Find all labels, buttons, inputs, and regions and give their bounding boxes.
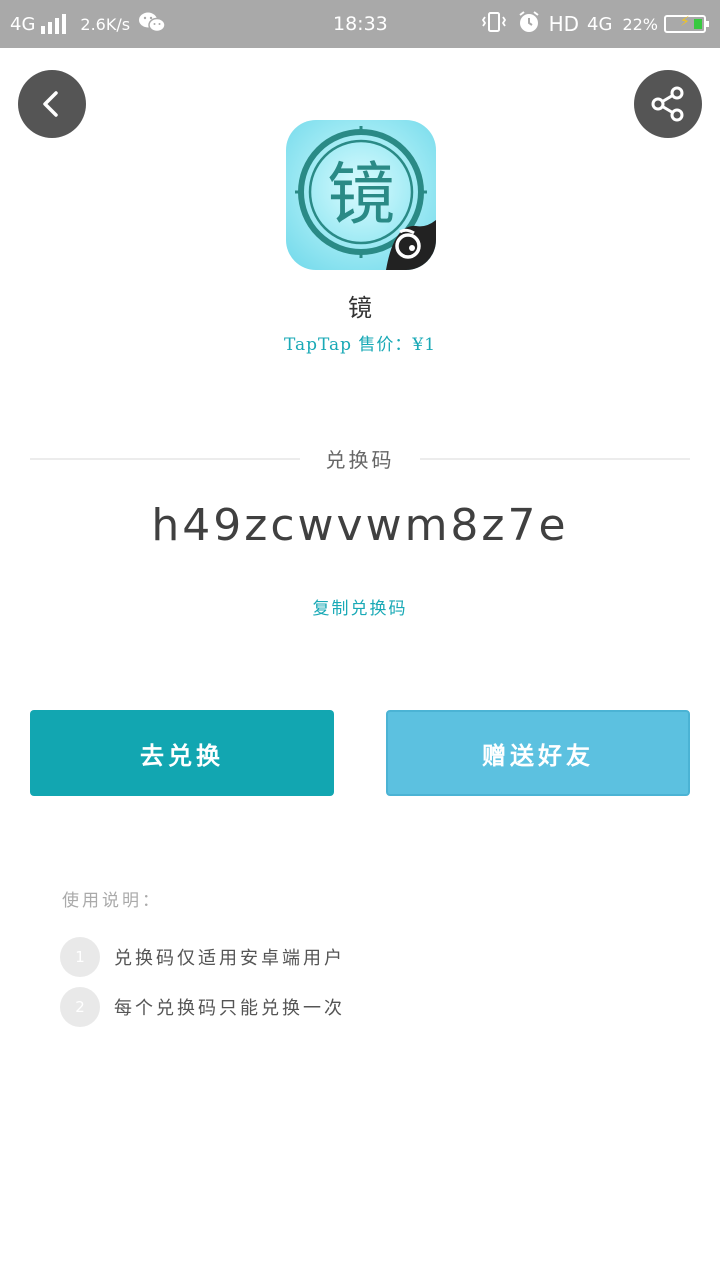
hd-indicator: HD <box>548 12 580 36</box>
network-type-right: 4G <box>587 13 613 35</box>
instruction-number: 1 <box>60 937 100 977</box>
status-bar: 4G 2.6K/s 18:33 HD 4G 22% ⚡ <box>0 0 720 48</box>
instruction-text: 每个兑换码只能兑换一次 <box>114 998 345 1019</box>
app-name: 镜 <box>348 294 372 322</box>
network-speed: 2.6K/s <box>80 14 131 34</box>
alarm-icon <box>517 10 541 39</box>
network-type: 4G <box>10 13 36 35</box>
divider-left <box>30 458 300 460</box>
clock: 18:33 <box>333 13 388 35</box>
chevron-left-icon <box>43 91 58 117</box>
instruction-text: 兑换码仅适用安卓端用户 <box>114 948 345 969</box>
status-right: HD 4G 22% ⚡ <box>481 0 709 48</box>
copy-code-link[interactable]: 复制兑换码 <box>0 594 720 619</box>
wechat-icon <box>138 11 166 38</box>
app-icon-glyph: 镜 <box>327 156 395 235</box>
code-section-title: 兑换码 <box>325 448 395 472</box>
status-left: 4G 2.6K/s <box>10 0 166 48</box>
vibrate-icon <box>481 10 507 39</box>
instruction-item: 2 每个兑换码只能兑换一次 <box>60 987 345 1027</box>
instructions-title: 使用说明： <box>62 891 162 911</box>
gift-friend-button[interactable]: 赠送好友 <box>386 710 690 796</box>
share-button[interactable] <box>634 70 702 138</box>
back-button[interactable] <box>18 70 86 138</box>
instruction-item: 1 兑换码仅适用安卓端用户 <box>60 937 345 977</box>
signal-icon <box>41 14 67 34</box>
instruction-number: 2 <box>60 987 100 1027</box>
redemption-code: h49zcwvwm8z7e <box>151 500 569 551</box>
app-icon: 镜 <box>286 120 436 270</box>
battery-icon: ⚡ <box>664 14 709 33</box>
app-price: TapTap 售价：¥1 <box>283 335 437 355</box>
share-icon <box>651 86 684 122</box>
redeem-button[interactable]: 去兑换 <box>30 710 334 796</box>
divider-right <box>420 458 690 460</box>
battery-percent: 22% <box>622 14 658 34</box>
